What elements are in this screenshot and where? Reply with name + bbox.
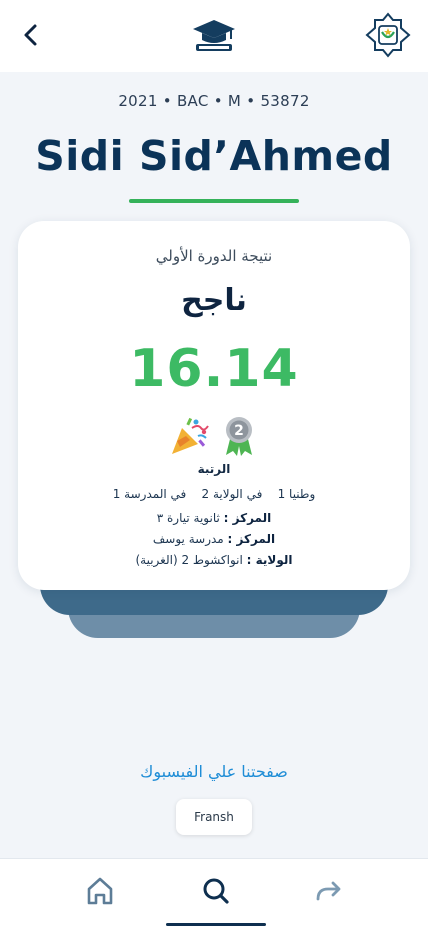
center-line: المركز : ثانوية تيارة ٣ [18,511,410,525]
share-icon [316,881,341,901]
party-popper-icon [168,414,210,456]
app-root: 2021 • BAC • M • 53872 Sidi Sid’Ahmed نت… [0,0,428,926]
nav-home-button[interactable] [80,873,120,909]
medal-number: 2 [234,423,244,439]
exam-meta: 2021 • BAC • M • 53872 [118,92,310,110]
medal-icon: 2 [223,415,255,457]
nav-share-button[interactable] [308,873,348,909]
facebook-link[interactable]: صفحتنا علي الفيسبوك [0,762,428,781]
nav-search-button[interactable] [196,873,236,909]
top-bar [0,0,428,72]
center-value: ثانوية تيارة ٣ [156,511,220,525]
decision-text: ناجح [181,283,247,318]
wilaya-value: انواكشوط 2 (الغربية) [135,553,243,567]
emblem-icon [365,12,411,58]
result-card: نتيجة الدورة الأولي ناجح 16.14 2 الرتبة … [18,221,410,590]
school-label: المركز : [227,532,276,546]
name-underline [129,199,299,203]
chevron-left-icon [24,24,37,46]
back-button[interactable] [14,18,48,52]
search-icon [203,878,229,904]
home-icon [87,877,113,905]
score-value: 16.14 [129,339,299,399]
bottom-nav [0,858,428,926]
wilaya-label: الولاية : [246,553,293,567]
school-line: المركز : مدرسة يوسف [18,532,410,546]
wilaya-line: الولاية : انواكشوط 2 (الغربية) [18,553,410,567]
session-label: نتيجة الدورة الأولي [155,247,273,265]
language-button[interactable]: Fransh [176,799,252,835]
rank-details: وطنيا 1 في الولاية 2 في المدرسة 1 [112,487,316,501]
school-value: مدرسة يوسف [152,532,224,546]
center-label: المركز : [223,511,272,525]
graduation-cap-icon [191,17,237,53]
student-name: Sidi Sid’Ahmed [35,132,393,180]
rank-label: الرتبة [197,462,231,476]
